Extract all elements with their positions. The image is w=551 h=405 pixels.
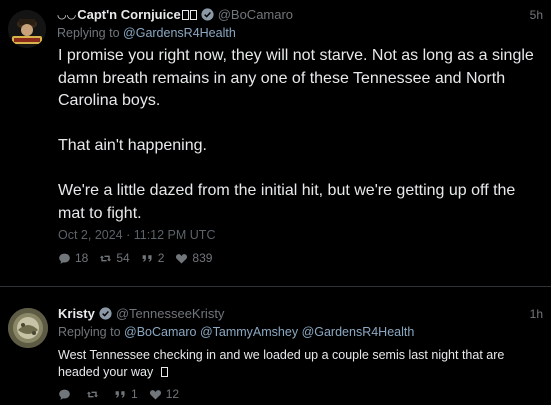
mention-link[interactable]: @GardensR4Health — [123, 26, 236, 40]
reply-button[interactable] — [58, 388, 75, 401]
quote-count: 1 — [131, 387, 138, 401]
tweet-header: Kristy @TennesseeKristy 1h — [58, 306, 543, 321]
verified-badge-icon — [201, 8, 214, 21]
author-handle[interactable]: @TennesseeKristy — [116, 306, 225, 321]
verified-badge-icon — [99, 307, 112, 320]
tweet-time[interactable]: 5h — [530, 8, 543, 22]
tweet-paragraph: That ain't happening. — [58, 137, 207, 154]
replying-to: Replying to @BoCamaro @TammyAmshey @Gard… — [58, 325, 414, 339]
tweet-2[interactable]: Kristy @TennesseeKristy 1h Replying to @… — [0, 288, 551, 405]
tweet-paragraph: I promise you right now, they will not s… — [58, 47, 534, 109]
author-name[interactable]: Capt'n Cornjuice — [77, 7, 181, 22]
author-handle[interactable]: @BoCamaro — [218, 7, 293, 22]
like-button[interactable]: 839 — [175, 251, 212, 265]
replying-label: Replying to — [57, 26, 120, 40]
quote-icon — [115, 390, 125, 398]
tweet-text: West Tennessee checking in and we loaded… — [58, 347, 546, 381]
quote-button[interactable]: 1 — [114, 387, 138, 401]
mention-link[interactable]: @GardensR4Health — [302, 325, 415, 339]
comment-icon — [59, 253, 70, 264]
quote-button[interactable]: 2 — [141, 251, 165, 265]
tweet-1[interactable]: ◡◡ Capt'n Cornjuice @BoCamaro 5h Replyin… — [0, 0, 551, 284]
tweet-actions: 18 54 2 839 — [58, 251, 223, 265]
heart-icon — [149, 389, 161, 400]
tweet-timestamp[interactable]: Oct 2, 2024 · 11:12 PM UTC — [58, 228, 215, 242]
like-button[interactable]: 12 — [149, 387, 179, 401]
reply-count: 18 — [75, 251, 89, 265]
tweet-time[interactable]: 1h — [530, 307, 543, 321]
like-count: 12 — [165, 387, 180, 401]
reply-button[interactable]: 18 — [58, 251, 88, 265]
divider — [0, 286, 551, 287]
avatar[interactable] — [8, 308, 48, 348]
heart-icon — [176, 253, 188, 264]
tweet-text: I promise you right now, they will not s… — [58, 45, 546, 225]
retweet-button[interactable] — [86, 388, 103, 401]
avatar[interactable] — [8, 10, 46, 48]
tweet-header: ◡◡ Capt'n Cornjuice @BoCamaro 5h — [57, 7, 543, 22]
retweet-icon — [86, 391, 99, 397]
retweet-button[interactable]: 54 — [99, 251, 130, 265]
decor-icon: ◡◡ — [57, 9, 77, 21]
avatar-image — [8, 308, 48, 348]
quote-icon — [142, 254, 152, 262]
emoji-icon — [160, 367, 168, 377]
replying-label: Replying to — [58, 325, 121, 339]
quote-count: 2 — [157, 251, 165, 265]
author-name[interactable]: Kristy — [58, 306, 95, 321]
emoji-icon — [181, 9, 189, 20]
retweet-icon — [100, 255, 112, 261]
mention-link[interactable]: @BoCamaro — [124, 325, 196, 339]
tweet-paragraph: We're a little dazed from the initial hi… — [58, 182, 516, 222]
retweet-count: 54 — [116, 251, 130, 265]
tweet-actions: 1 12 — [58, 387, 190, 401]
mention-link[interactable]: @TammyAmshey — [200, 325, 298, 339]
avatar-image — [8, 10, 46, 48]
replying-to: Replying to @GardensR4Health — [57, 26, 236, 40]
tweet-paragraph: West Tennessee checking in and we loaded… — [58, 348, 505, 379]
like-count: 839 — [192, 251, 213, 265]
emoji-icon — [189, 9, 197, 20]
comment-icon — [59, 389, 70, 400]
